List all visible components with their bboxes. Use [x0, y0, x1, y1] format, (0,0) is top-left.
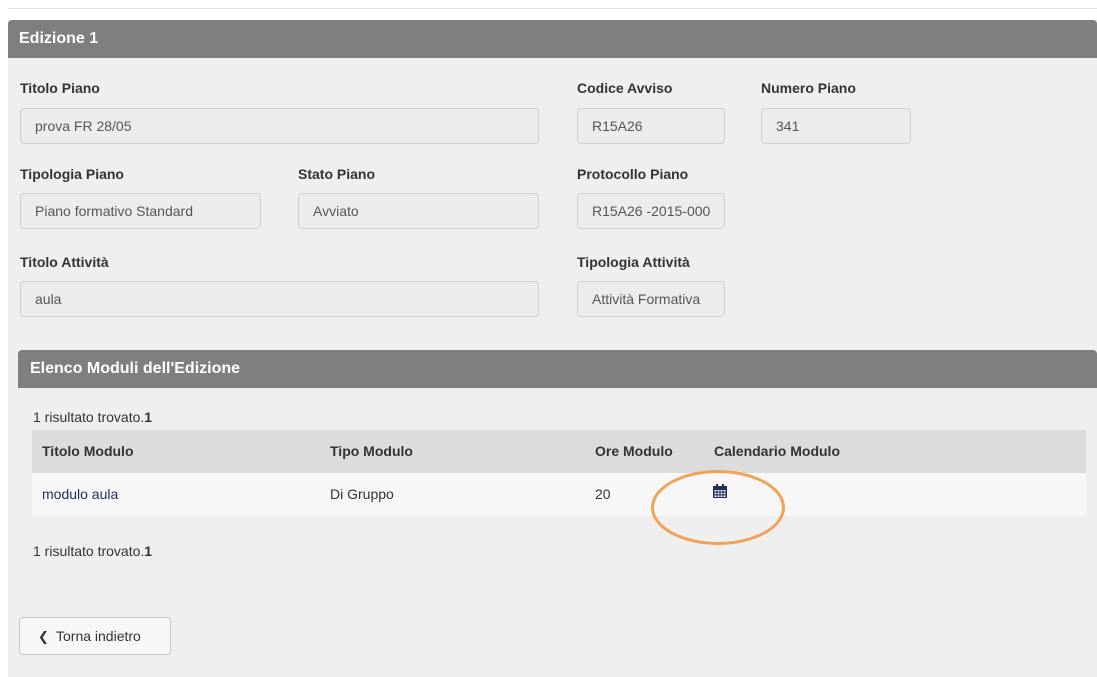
protocollo-piano-label: Protocollo Piano	[577, 166, 689, 182]
codice-avviso-label: Codice Avviso	[577, 80, 673, 96]
edition-title: Edizione 1	[19, 30, 99, 47]
stato-piano-label: Stato Piano	[298, 166, 376, 182]
result-count-top: 1 risultato trovato.1	[33, 409, 153, 425]
titolo-piano-label: Titolo Piano	[20, 80, 100, 96]
chevron-left-icon: ❮	[38, 629, 49, 644]
col-tipo-modulo: Tipo Modulo	[330, 443, 413, 459]
col-calendario-modulo: Calendario Modulo	[714, 443, 840, 459]
highlight-circle	[651, 470, 785, 545]
col-ore-modulo: Ore Modulo	[595, 443, 673, 459]
edition-header: Edizione 1	[8, 20, 1097, 58]
tipologia-piano-label: Tipologia Piano	[20, 166, 124, 182]
numero-piano-label: Numero Piano	[761, 80, 856, 96]
tipologia-piano-field: Piano formativo Standard	[20, 193, 261, 229]
titolo-attivita-field: aula	[20, 281, 539, 317]
titolo-piano-field: prova FR 28/05	[20, 108, 539, 144]
titolo-attivita-label: Titolo Attività	[20, 254, 109, 270]
back-button-label: Torna indietro	[56, 628, 141, 644]
stato-piano-field: Avviato	[298, 193, 539, 229]
result-count-bottom: 1 risultato trovato.1	[33, 543, 153, 559]
back-button[interactable]: ❮ Torna indietro	[19, 617, 171, 655]
col-titolo-modulo: Titolo Modulo	[42, 443, 134, 459]
top-divider	[8, 8, 1097, 9]
numero-piano-field: 341	[761, 108, 911, 144]
edition-panel: Edizione 1 Titolo Piano prova FR 28/05 C…	[8, 20, 1097, 677]
module-hours: 20	[595, 486, 611, 502]
tipologia-attivita-label: Tipologia Attività	[577, 254, 690, 270]
codice-avviso-field: R15A26	[577, 108, 725, 144]
module-type: Di Gruppo	[330, 486, 394, 502]
tipologia-attivita-field: Attività Formativa	[577, 281, 725, 317]
modules-table-header: Titolo Modulo Tipo Modulo Ore Modulo Cal…	[32, 430, 1086, 473]
modules-title: Elenco Moduli dell'Edizione	[30, 360, 241, 377]
protocollo-piano-field: R15A26 -2015-000	[577, 193, 725, 229]
modules-header: Elenco Moduli dell'Edizione	[18, 350, 1097, 388]
module-title-link[interactable]: modulo aula	[42, 486, 118, 502]
table-row: modulo aula Di Gruppo 20	[32, 473, 1086, 516]
